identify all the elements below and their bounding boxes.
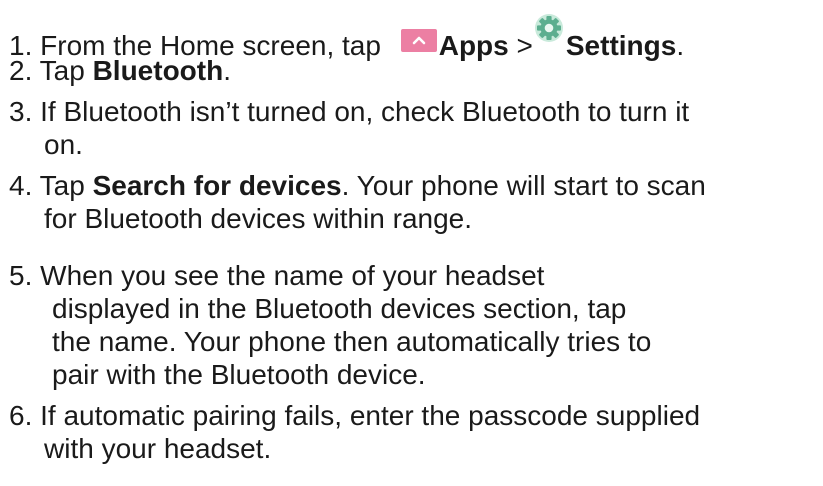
- bluetooth-label: Bluetooth: [92, 55, 224, 86]
- step-text: for Bluetooth devices within range.: [44, 203, 473, 234]
- step-2: 2. Tap Bluetooth.: [9, 55, 231, 86]
- step-5-continuation: the name. Your phone then automatically …: [52, 325, 651, 359]
- step-number: 2.: [9, 55, 33, 86]
- step-6-continuation: with your headset.: [44, 432, 271, 466]
- step-3-continuation: on.: [44, 128, 83, 162]
- settings-gear-icon: [534, 13, 564, 43]
- step-text: If Bluetooth isn’t turned on, check Blue…: [40, 96, 690, 127]
- step-text: When you see the name of your headset: [40, 260, 545, 291]
- step-text: with your headset.: [44, 433, 272, 464]
- step-number: 3.: [9, 96, 33, 127]
- step-text: If automatic pairing fails, enter the pa…: [40, 400, 701, 431]
- step-5-continuation: pair with the Bluetooth device.: [52, 358, 426, 392]
- step-5: 5. When you see the name of your headset: [9, 259, 544, 293]
- step-text: on.: [44, 129, 83, 160]
- apps-icon: [400, 29, 437, 52]
- step-5-continuation: displayed in the Bluetooth devices secti…: [52, 292, 626, 326]
- step-text: the name. Your phone then automatically …: [52, 326, 652, 357]
- step-3: 3. If Bluetooth isn’t turned on, check B…: [9, 95, 689, 129]
- step-6: 6. If automatic pairing fails, enter the…: [9, 399, 700, 433]
- step-text: pair with the Bluetooth device.: [52, 359, 426, 390]
- step-text: Tap: [39, 170, 85, 201]
- step-4: 4. Tap Search for devices. Your phone wi…: [9, 169, 706, 203]
- step-text: displayed in the Bluetooth devices secti…: [52, 293, 627, 324]
- step-text: Tap: [39, 55, 85, 86]
- step-number: 4.: [9, 170, 33, 201]
- search-for-devices-label: Search for devices: [92, 170, 342, 201]
- step-number: 5.: [9, 260, 33, 291]
- step-text: . Your phone will start to scan: [341, 170, 706, 201]
- step-number: 6.: [9, 400, 33, 431]
- settings-label: Settings: [565, 30, 677, 61]
- step-4-continuation: for Bluetooth devices within range.: [44, 202, 472, 236]
- menu-separator: >: [516, 30, 533, 61]
- apps-label: Apps: [438, 30, 509, 61]
